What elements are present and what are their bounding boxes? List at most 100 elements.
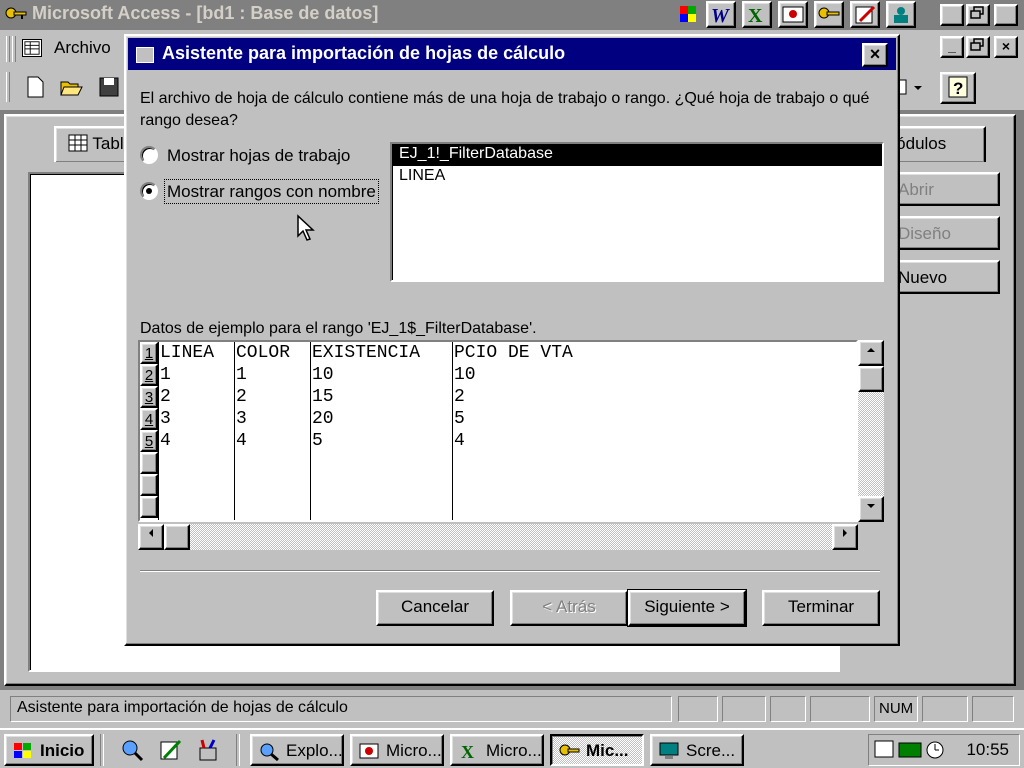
scroll-left-button[interactable]: [138, 524, 164, 550]
grid-cell: 10: [454, 365, 476, 385]
task-explorer[interactable]: Explo...: [250, 734, 344, 766]
toolbar-grip[interactable]: [6, 72, 10, 102]
scroll-thumb[interactable]: [858, 366, 884, 392]
tray-icons[interactable]: [873, 739, 949, 761]
svg-text:?: ?: [953, 79, 963, 98]
taskbar: Inicio Explo... Micro... X Micro... Mic.…: [0, 728, 1024, 768]
windows-flag-icon: [14, 743, 31, 758]
sample-data-label: Datos de ejemplo para el rango 'EJ_1$_Fi…: [140, 320, 537, 337]
range-list[interactable]: EJ_1!_FilterDatabase LINEA: [390, 142, 884, 282]
vertical-scrollbar[interactable]: [858, 340, 884, 522]
task-screen[interactable]: Scre...: [650, 734, 744, 766]
grid-cell: 2: [236, 387, 247, 407]
task-excel[interactable]: X Micro...: [450, 734, 544, 766]
quicklaunch-explorer-icon[interactable]: [120, 738, 144, 762]
svg-text:X: X: [461, 742, 474, 761]
explorer-task-icon: [260, 743, 279, 761]
radio-show-sheets[interactable]: Mostrar hojas de trabajo: [140, 146, 350, 166]
row-number: 1: [140, 342, 158, 364]
open-folder-icon[interactable]: [58, 74, 84, 100]
start-label: Inicio: [40, 741, 85, 760]
powerpoint-icon[interactable]: [778, 1, 808, 28]
menu-archivo[interactable]: Archivo: [54, 38, 111, 58]
radio-show-ranges-label: Mostrar rangos con nombre: [164, 179, 379, 204]
doc-minimize-button[interactable]: _: [940, 36, 964, 58]
horizontal-scrollbar[interactable]: [138, 524, 858, 550]
grid-cell: 4: [236, 431, 247, 451]
grid-cell: 20: [312, 409, 334, 429]
mouse-cursor-icon: [297, 214, 315, 241]
dialog-question: El archivo de hoja de cálculo contiene m…: [140, 90, 870, 129]
dialog-title: Asistente para importación de hojas de c…: [162, 43, 566, 63]
dialog-title-bar[interactable]: Asistente para importación de hojas de c…: [128, 38, 896, 70]
menu-grip[interactable]: [12, 36, 16, 62]
database-window-icon[interactable]: [22, 39, 42, 57]
quicklaunch-tools-icon[interactable]: [196, 738, 220, 762]
column-divider: [158, 342, 159, 520]
radio-button[interactable]: [140, 146, 158, 164]
scroll-down-button[interactable]: [858, 496, 884, 522]
scroll-right-button[interactable]: [832, 524, 858, 550]
word-icon[interactable]: W: [706, 1, 736, 28]
office-shortcut-icon[interactable]: [674, 1, 704, 28]
excel-icon[interactable]: X: [742, 1, 772, 28]
h-scroll-thumb[interactable]: [164, 524, 190, 550]
grid-cell: 3: [236, 409, 247, 429]
status-cell: [922, 696, 968, 722]
import-wizard-dialog: Asistente para importación de hojas de c…: [124, 34, 900, 646]
range-item-selected[interactable]: EJ_1!_FilterDatabase: [392, 144, 882, 166]
radio-button-selected[interactable]: [140, 182, 158, 200]
grid-cell: 5: [454, 409, 465, 429]
left-arrow-icon: [149, 529, 153, 537]
column-header: LINEA: [160, 343, 215, 363]
new-document-icon[interactable]: [22, 74, 48, 100]
save-icon[interactable]: [96, 74, 122, 100]
scroll-up-button[interactable]: [858, 340, 884, 366]
quicklaunch-editor-icon[interactable]: [158, 738, 182, 762]
open-button[interactable]: Abrir: [886, 172, 1000, 206]
right-arrow-icon: [843, 529, 847, 537]
grid-cell: 3: [160, 409, 171, 429]
finish-button[interactable]: Terminar: [762, 590, 880, 626]
range-item[interactable]: LINEA: [392, 166, 882, 188]
app-restore-button[interactable]: [966, 4, 990, 26]
help-button[interactable]: ?: [940, 72, 976, 104]
clock[interactable]: 10:55: [966, 740, 1009, 760]
start-button[interactable]: Inicio: [4, 734, 94, 766]
task-powerpoint[interactable]: Micro...: [350, 734, 444, 766]
column-divider: [452, 342, 453, 520]
next-button[interactable]: Siguiente >: [627, 589, 747, 627]
office-assistant-icon[interactable]: [886, 1, 916, 28]
status-cell: [678, 696, 718, 722]
access-icon[interactable]: [814, 1, 844, 28]
access-key-icon: [5, 7, 27, 19]
radio-show-ranges[interactable]: Mostrar rangos con nombre: [140, 179, 379, 204]
row-number: [140, 496, 158, 518]
status-num: NUM: [874, 696, 918, 722]
new-button[interactable]: Nuevo: [886, 260, 1000, 294]
back-button[interactable]: < Atrás: [510, 590, 628, 626]
dialog-close-button[interactable]: ×: [862, 43, 888, 67]
doc-close-button[interactable]: ×: [994, 36, 1018, 58]
taskbar-divider: [100, 734, 104, 766]
app-title-bar: Microsoft Access - [bd1 : Base de datos]…: [0, 0, 1024, 30]
status-cell: [972, 696, 1014, 722]
excel-task-icon: X: [461, 742, 474, 761]
grid-cell: 1: [236, 365, 247, 385]
powerpoint-task-icon: [359, 743, 379, 759]
design-button[interactable]: Diseño: [886, 216, 1000, 250]
sample-data-grid[interactable]: 1 2 3 4 5 LINEA COLOR EXISTENCIA PCIO DE…: [138, 340, 858, 522]
cancel-button[interactable]: Cancelar: [376, 590, 494, 626]
row-number: [140, 474, 158, 496]
app-minimize-button[interactable]: _: [940, 4, 964, 26]
grid-cell: 15: [312, 387, 334, 407]
open-button-label: Abrir: [898, 180, 934, 199]
column-divider: [310, 342, 311, 520]
app-close-button[interactable]: ×: [994, 4, 1018, 26]
schedule-icon[interactable]: [850, 1, 880, 28]
taskbar-divider: [236, 734, 240, 766]
dialog-icon: [136, 47, 154, 63]
menu-grip[interactable]: [6, 36, 10, 62]
task-access[interactable]: Mic...: [550, 734, 644, 766]
doc-restore-button[interactable]: [966, 36, 990, 58]
